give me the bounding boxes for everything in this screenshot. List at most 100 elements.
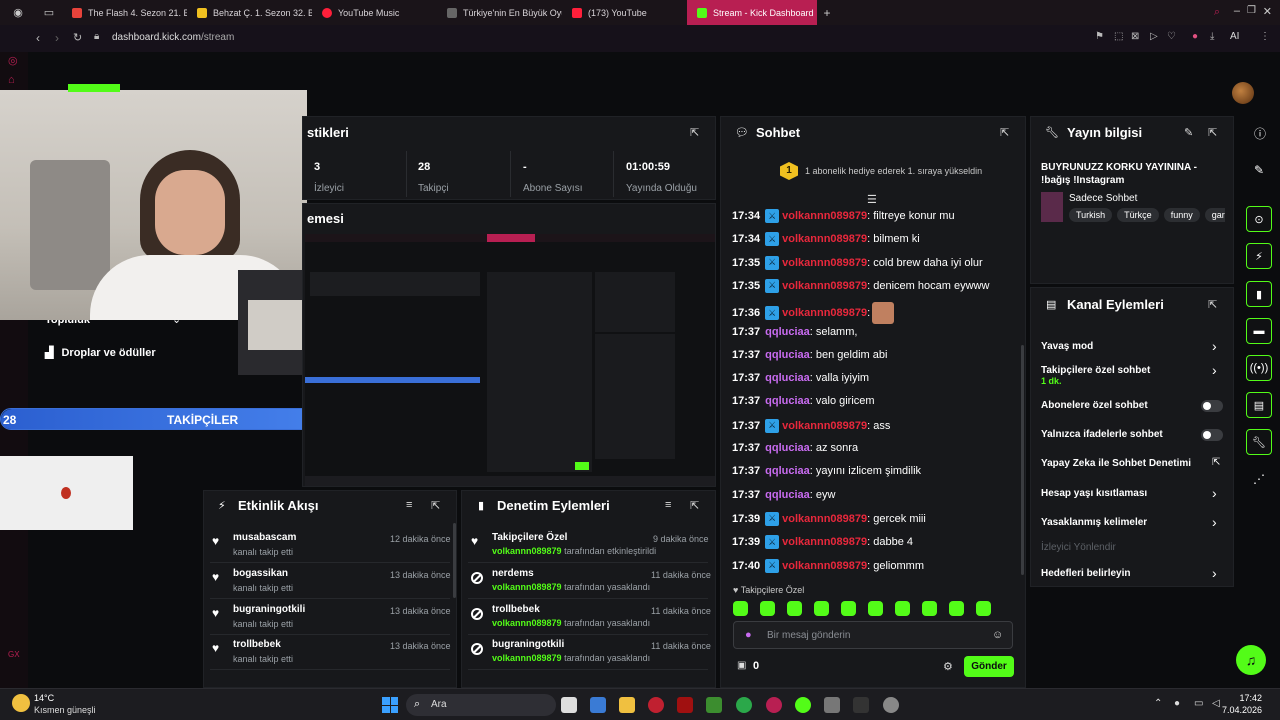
message-username[interactable]: qqluciaa <box>765 372 810 384</box>
message-username[interactable]: volkannn089879 <box>782 536 867 548</box>
popout-icon[interactable]: ⇱ <box>1208 126 1220 139</box>
moderator-username[interactable]: volkannn089879 <box>492 653 562 663</box>
avatar[interactable] <box>1232 82 1254 104</box>
emoji-icon[interactable]: ☺ <box>992 629 1003 641</box>
chevron-right-icon[interactable]: › <box>1212 338 1217 354</box>
browser-tab[interactable]: Türkiye'nin En Büyük Oyu <box>437 0 562 25</box>
edit-icon[interactable]: ✎ <box>1254 163 1264 177</box>
rail-broadcast-button[interactable]: ((•)) <box>1246 355 1272 381</box>
message-username[interactable]: qqluciaa <box>765 489 810 501</box>
emote-icon[interactable] <box>787 601 802 616</box>
maximize-icon[interactable]: ❐ <box>1247 5 1256 16</box>
channel-action-7[interactable]: Yasaklanmış kelimeler <box>1041 517 1147 528</box>
workspaces-icon[interactable]: ▭ <box>36 6 62 19</box>
popout-icon[interactable]: ⇱ <box>1208 298 1220 311</box>
activity-scrollbar[interactable] <box>453 523 456 598</box>
message-username[interactable]: volkannn089879 <box>782 280 867 292</box>
rail-moderation-button[interactable]: ▮ <box>1246 281 1272 307</box>
message-username[interactable]: qqluciaa <box>765 326 810 338</box>
message-username[interactable]: volkannn089879 <box>782 307 867 319</box>
pinned-list-icon[interactable]: ☰ <box>867 193 877 206</box>
info-icon[interactable]: ⓘ <box>1254 125 1266 142</box>
channel-action-1[interactable]: Yavaş mod <box>1041 341 1093 352</box>
message-username[interactable]: volkannn089879 <box>782 420 867 432</box>
app-icon[interactable] <box>677 697 693 713</box>
new-tab-icon[interactable]: + <box>817 6 837 20</box>
moderation-target[interactable]: Takipçilere Özel <box>492 532 567 543</box>
sidebar-app-icon[interactable]: ◎ <box>8 54 18 67</box>
reload-icon[interactable]: ↻ <box>73 31 82 44</box>
support-button[interactable]: ♫ <box>1236 645 1266 675</box>
popout-icon[interactable]: ⇱ <box>690 499 702 512</box>
message-username[interactable]: qqluciaa <box>765 395 810 407</box>
chat-input[interactable]: ● Bir mesaj gönderin ☺ <box>733 621 1013 649</box>
sidebar-app-icon[interactable]: GX <box>8 650 20 659</box>
mic-icon[interactable]: ● <box>745 629 752 641</box>
adblock-icon[interactable]: ⊠ <box>1131 31 1139 42</box>
stream-preview-video[interactable] <box>305 234 715 486</box>
emote-icon[interactable] <box>760 601 775 616</box>
send-button[interactable]: Gönder <box>964 656 1014 677</box>
rail-chat-button[interactable]: ▬ <box>1246 318 1272 344</box>
app-icon[interactable] <box>824 697 840 713</box>
filter-icon[interactable]: ≡ <box>406 499 412 511</box>
emote-icon[interactable] <box>895 601 910 616</box>
store-icon[interactable] <box>590 697 606 713</box>
popout-icon[interactable]: ⇱ <box>1000 126 1012 139</box>
minimize-icon[interactable]: – <box>1234 5 1240 17</box>
moderation-target[interactable]: nerdems <box>492 568 534 579</box>
download-icon[interactable]: ⤓ <box>1210 31 1214 42</box>
chrome-icon[interactable] <box>736 697 752 713</box>
message-username[interactable]: volkannn089879 <box>782 513 867 525</box>
url-field[interactable]: dashboard.kick.com/stream <box>112 32 234 43</box>
points-icon[interactable]: ▣ <box>737 660 746 671</box>
emote-icon[interactable] <box>922 601 937 616</box>
emote-icon[interactable] <box>868 601 883 616</box>
task-view-icon[interactable] <box>561 697 577 713</box>
ai-button[interactable]: AI <box>1230 31 1239 42</box>
chevron-right-icon[interactable]: › <box>1212 565 1217 581</box>
chevron-right-icon[interactable]: › <box>1212 485 1217 501</box>
message-username[interactable]: volkannn089879 <box>782 560 867 572</box>
toggle-switch[interactable] <box>1201 400 1223 412</box>
explorer-icon[interactable] <box>619 697 635 713</box>
message-username[interactable]: qqluciaa <box>765 349 810 361</box>
emote-icon[interactable] <box>976 601 991 616</box>
activity-username[interactable]: bugraningotkili <box>233 604 305 615</box>
toggle-switch[interactable] <box>1201 429 1223 441</box>
opera-gx-icon[interactable] <box>766 697 782 713</box>
channel-action-2[interactable]: Takipçilere özel sohbet <box>1041 365 1150 376</box>
more-icon[interactable]: ⋮ <box>1260 31 1270 42</box>
channel-action-6[interactable]: Hesap yaşı kısıtlaması <box>1041 488 1147 499</box>
filter-icon[interactable]: ≡ <box>665 499 671 511</box>
message-username[interactable]: volkannn089879 <box>782 210 867 222</box>
emote-icon[interactable] <box>814 601 829 616</box>
taskbar-search[interactable]: ⌕ Ara <box>406 694 556 716</box>
emote-icon[interactable] <box>733 601 748 616</box>
screenshot-icon[interactable]: ⬚ <box>1114 31 1123 42</box>
forward-icon[interactable]: › <box>55 31 59 45</box>
popout-icon[interactable]: ⇱ <box>690 126 702 139</box>
rail-info-button[interactable]: 🔧︎ <box>1246 429 1272 455</box>
channel-action-3[interactable]: Abonelere özel sohbet <box>1041 400 1148 411</box>
search-icon[interactable]: ⌕ <box>1214 6 1220 19</box>
minecraft-icon[interactable] <box>706 697 722 713</box>
browser-menu-icon[interactable]: ◉ <box>0 6 36 19</box>
obs-icon[interactable] <box>883 697 899 713</box>
epic-games-icon[interactable] <box>853 697 869 713</box>
moderator-username[interactable]: volkannn089879 <box>492 546 562 556</box>
activity-username[interactable]: musabascam <box>233 532 296 543</box>
browser-tab[interactable]: Behzat Ç. 1. Sezon 32. Bö <box>187 0 312 25</box>
settings-icon[interactable]: ⚙ <box>943 660 953 673</box>
emote-icon[interactable] <box>841 601 856 616</box>
browser-tab[interactable]: (173) YouTube <box>562 0 687 25</box>
heart-icon[interactable]: ♡ <box>1167 31 1176 42</box>
bookmark-icon[interactable]: ⚑ <box>1095 31 1104 42</box>
rail-stats-button[interactable]: ⊙ <box>1246 206 1272 232</box>
close-window-icon[interactable]: ✕ <box>1263 5 1272 18</box>
channel-action-4[interactable]: Yalnızca ifadelerle sohbet <box>1041 429 1163 440</box>
profile-icon[interactable]: ● <box>1192 31 1198 42</box>
browser-tab[interactable]: YouTube Music <box>312 0 437 25</box>
message-username[interactable]: qqluciaa <box>765 465 810 477</box>
rail-activity-button[interactable]: ⚡︎ <box>1246 243 1272 269</box>
